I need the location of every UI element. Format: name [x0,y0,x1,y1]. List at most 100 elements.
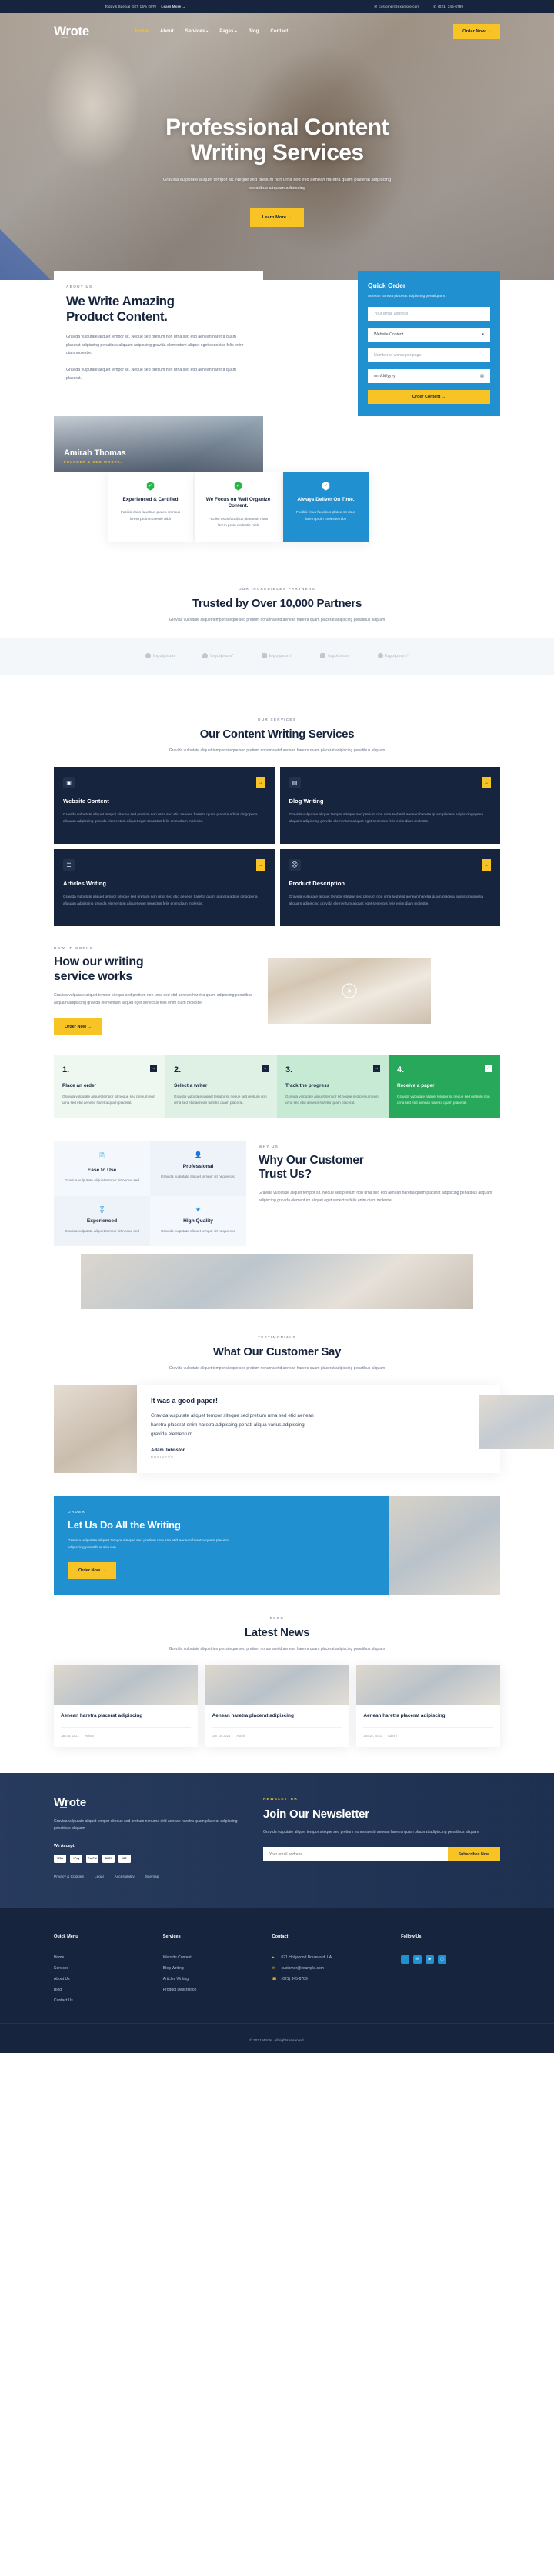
hero-learn-more-button[interactable]: Learn More → [249,208,305,227]
footer-link-contact-us[interactable]: Contact Us [54,1998,163,2003]
link-accessibility[interactable]: Accessibility [115,1875,135,1879]
topbar-email[interactable]: ✉ customer@example.com [374,5,419,9]
arrow-right-icon[interactable]: → [255,859,265,871]
footer-address: ⌖ 021 Hollywood Boulevard, LA [272,1954,332,1960]
testimonials-section: TESTIMONIALS What Our Customer Say Gravi… [0,1309,554,1372]
about-paragraph-1: Gravida vulputate aliquet tempor sit. Ne… [66,335,244,355]
cta-banner: ORDER Let Us Do All the Writing Gravida … [54,1495,500,1595]
youtube-icon[interactable]: ▶ [426,1954,435,1964]
service-card[interactable]: ☰ → Articles Writing Gravida vulputate a… [54,849,275,927]
hero-content: Professional Content Writing Services Gr… [0,39,554,227]
nav-item-contact[interactable]: Contact [270,29,288,34]
arrow-right-icon[interactable]: → [262,1065,269,1072]
blog-paragraph: Gravida vulputate aliquet tempor siteque… [169,1646,385,1651]
service-card-text: Gravida vulputate aliquet tempor siteque… [63,813,258,825]
blog-card[interactable]: Aenean haretra placerat adipiscing Jan 1… [356,1665,500,1747]
service-card-title: Articles Writing [63,880,106,888]
footer-link-blog[interactable]: Blog [54,1988,163,1992]
monitor-icon: ▣ [63,777,75,789]
quick-order-words-input[interactable]: Number of words per page [368,348,490,362]
how-heading-line2: service works [54,969,132,983]
instagram-icon[interactable]: ▢ [438,1954,447,1964]
link-sitemap[interactable]: Sitemap [145,1875,159,1879]
file-check-icon: 🗎 [99,1152,105,1160]
cta-order-now-button[interactable]: Order Now → [68,1561,117,1579]
quick-order-date-input[interactable]: mm/dd/yyyy ▤ [368,368,490,383]
founder-text: Amirah Thomas FOUNDER & CEO WROTE. [64,448,126,464]
blog-card-title: Aenean haretra placerat adipiscing [363,1712,446,1718]
how-order-now-button[interactable]: Order Now → [54,1018,103,1035]
visa-icon: VISA [54,1854,66,1863]
twitter-icon[interactable]: ✉ [413,1954,422,1964]
hero-section: Wrote Home About Services ▾ Pages ▾ Blog C… [0,13,554,285]
how-heading-line1: How our writing [54,955,144,969]
newsletter-email-input[interactable] [263,1847,448,1862]
service-card[interactable]: ▤ → Blog Writing Gravida vulputate aliqu… [279,767,500,845]
logo-underline [61,37,68,38]
feature-card-highlight: ✓ Always Deliver On Time. Facilisi risus… [283,471,369,542]
nav-item-about[interactable]: About [160,29,174,34]
newsletter-signup-column: NEWSLETTER Join Our Newsletter Gravida v… [263,1796,500,1879]
footer-phone[interactable]: ☎ (021) 345-6789 [272,1977,402,1981]
quick-order-email-input[interactable]: Your email address [368,306,490,321]
blog-eyebrow: BLOG [269,1615,285,1620]
order-now-nav-button[interactable]: Order Now → [453,24,500,39]
why-cell-text: Gravida vulputate aliquet tempor sit neq… [161,1175,235,1179]
footer-services-column: Services Website Content Blog Writing Ar… [162,1928,272,2003]
footer-link-articles-writing[interactable]: Articles Writing [163,1977,272,1981]
newsletter-heading: Join Our Newsletter [263,1807,369,1821]
why-us-section: 🗎 Ease to Use Gravida vulputate aliquet … [54,1141,500,1246]
footer-link-services[interactable]: Services [54,1966,163,1971]
quick-order-submit-button[interactable]: Order Content → [368,389,490,404]
blog-card-date: Jan 18, 2021 [212,1733,231,1738]
footer-link-about-us[interactable]: About Us [54,1977,163,1981]
footer-link-blog-writing[interactable]: Blog Writing [163,1966,272,1971]
arrow-right-icon[interactable]: → [482,859,491,871]
envelope-icon: ✉ [272,1965,275,1971]
footer-email[interactable]: ✉ customer@example.com [272,1966,402,1971]
topbar-learn-more-link[interactable]: Learn More → [161,5,185,8]
nav-item-services[interactable]: Services ▾ [185,29,209,34]
arrow-right-icon[interactable]: → [482,777,491,789]
partners-eyebrow: OUR INCREDIBLES PARTNERS [238,586,316,591]
blog-card-title: Aenean haretra placerat adipiscing [61,1712,143,1718]
newsletter-paragraph: Gravida vulputate aliquet tempor siteque… [263,1829,479,1835]
newsletter-legal-links: Privacy & Cookies Legal Accessibility Si… [54,1875,246,1879]
facebook-icon[interactable]: f [401,1954,410,1964]
footer-logo[interactable]: Wrote [54,1796,86,1809]
step-number: 1. [62,1065,70,1075]
about-eyebrow: ABOUT US [66,285,93,288]
arrow-right-icon[interactable]: → [255,777,265,789]
blog-card-meta: Jan 18, 2021 Admin [363,1726,493,1738]
nav-item-home[interactable]: Home [135,29,149,34]
service-card[interactable]: ⛒ → Product Description Gravida vulputat… [279,849,500,927]
blog-card[interactable]: Aenean haretra placerat adipiscing Jan 1… [205,1665,349,1747]
service-card-title: Product Description [289,880,345,888]
footer-link-website-content[interactable]: Website Content [163,1955,272,1960]
how-it-works-video[interactable] [268,958,431,1024]
link-legal[interactable]: Legal [95,1875,104,1879]
feature-text: Facilisi risus faucibus platea sit risus… [120,511,181,522]
blog-card[interactable]: Aenean haretra placerat adipiscing Jan 1… [54,1665,198,1747]
hero-title-line2: Writing Services [190,140,365,165]
quick-order-type-select[interactable]: Website Content ▾ [368,327,490,342]
check-icon[interactable]: ✓ [485,1065,492,1072]
topbar-phone[interactable]: ✆ (021) 345-6789 [433,5,463,9]
link-privacy-cookies[interactable]: Privacy & Cookies [54,1875,84,1879]
nav-item-pages[interactable]: Pages ▾ [219,29,236,34]
logoipsum-mark-icon [202,653,209,659]
site-logo[interactable]: Wrote [54,24,89,39]
blog-card-body: Aenean haretra placerat adipiscing Jan 1… [54,1705,198,1747]
footer-link-product-description[interactable]: Product Description [163,1988,272,1992]
testimonial-paragraph: Gravida vulputate aliquet tempor siteque… [169,1365,385,1371]
arrow-right-icon[interactable]: → [150,1065,157,1072]
nav-item-blog[interactable]: Blog [249,29,259,34]
newsletter-subscribe-button[interactable]: Subscribes Now [447,1847,500,1862]
arrow-right-icon[interactable]: → [373,1065,380,1072]
footer-copyright-bar: © 2021 Wrote. All rights reserved. [0,2022,554,2053]
play-icon[interactable] [342,983,357,998]
applepay-icon: Pay [70,1854,82,1863]
service-card[interactable]: ▣ → Website Content Gravida vulputate al… [54,767,275,845]
footer-link-home[interactable]: Home [54,1955,163,1960]
footer-social-links: f ✉ ▶ ▢ [401,1954,500,1964]
